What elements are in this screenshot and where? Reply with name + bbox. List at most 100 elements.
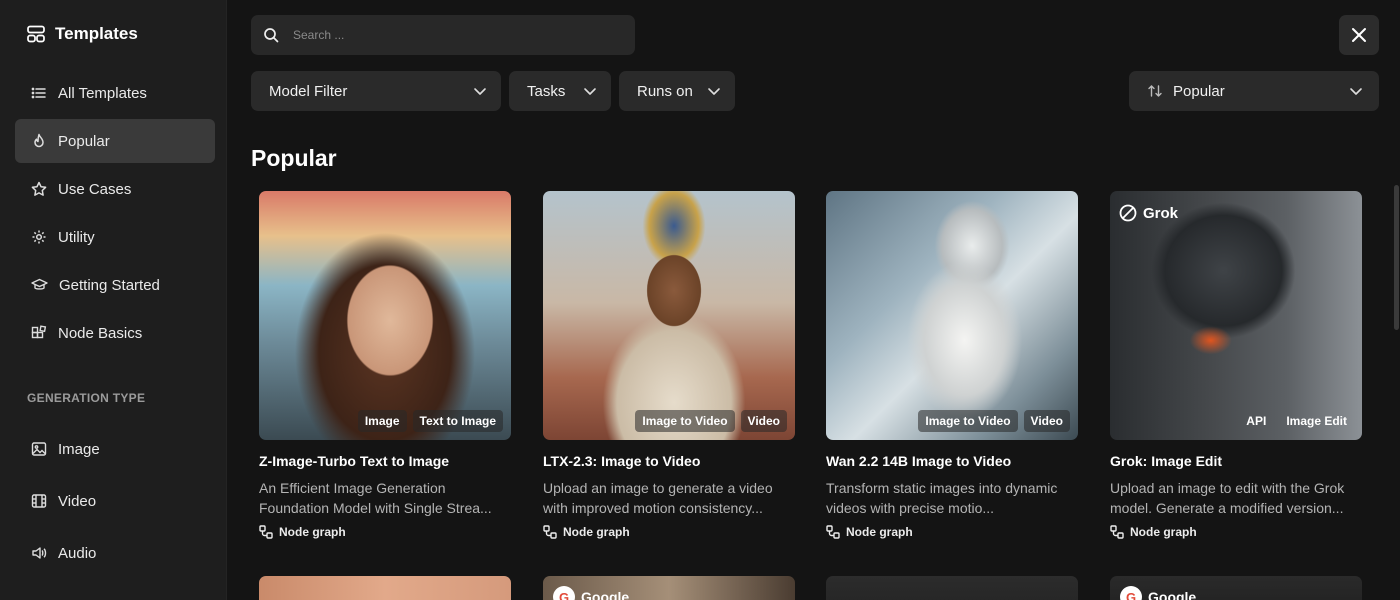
page-title: Popular xyxy=(251,145,337,171)
card-description: Transform static images into dynamic vid… xyxy=(826,480,1058,516)
card-meta-label: Node graph xyxy=(279,525,346,539)
sidebar-item-label: All Templates xyxy=(58,84,147,102)
tag: Image Edit xyxy=(1286,414,1347,428)
sort-dropdown[interactable]: Popular xyxy=(1129,71,1379,111)
sidebar-item-label: Video xyxy=(58,492,97,510)
template-card[interactable]: Image to Video Video Wan 2.2 14B Image t… xyxy=(826,191,1078,539)
card-thumbnail[interactable]: Image to Video Video xyxy=(826,191,1078,440)
close-button[interactable] xyxy=(1339,15,1379,55)
sidebar-item-label: Audio xyxy=(58,544,97,562)
sidebar-item-label: Use Cases xyxy=(58,180,132,198)
chevron-down-icon xyxy=(708,88,720,95)
model-filter-dropdown[interactable]: Model Filter xyxy=(251,71,501,111)
card-tags: Image to Video Video xyxy=(635,410,787,432)
scrollbar[interactable] xyxy=(1394,185,1399,330)
brand-name: Grok xyxy=(1143,204,1179,222)
search-input[interactable] xyxy=(293,28,613,42)
sidebar-item-image[interactable]: Image xyxy=(15,427,215,471)
sidebar-item-popular[interactable]: Popular xyxy=(15,119,215,163)
node-graph-icon xyxy=(1110,525,1124,539)
tag: Video xyxy=(1023,410,1070,432)
sort-arrows-icon xyxy=(1148,85,1162,97)
sidebar-item-use-cases[interactable]: Use Cases xyxy=(15,167,215,211)
card-description: Upload an image to edit with the Grok mo… xyxy=(1110,480,1345,516)
close-icon xyxy=(1352,28,1366,42)
sidebar-item-getting-started[interactable]: Getting Started xyxy=(15,263,215,307)
card-thumbnail[interactable]: Image Text to Image xyxy=(259,191,511,440)
template-card-thumbnail[interactable] xyxy=(259,576,511,600)
chevron-down-icon xyxy=(474,88,486,95)
card-title: LTX-2.3: Image to Video xyxy=(543,453,701,469)
google-badge: G Google xyxy=(553,586,629,600)
section-label-generation-type: GENERATION TYPE xyxy=(27,391,146,405)
card-tags: Image Text to Image xyxy=(357,410,503,432)
image-icon xyxy=(31,442,47,456)
sidebar-item-node-basics[interactable]: Node Basics xyxy=(15,311,215,355)
model-filter-label: Model Filter xyxy=(269,82,348,100)
chevron-down-icon xyxy=(584,88,596,95)
card-meta: Node graph xyxy=(826,525,1078,539)
card-description: An Efficient Image Generation Foundation… xyxy=(259,480,492,516)
card-meta-label: Node graph xyxy=(846,525,913,539)
tasks-dropdown[interactable]: Tasks xyxy=(509,71,611,111)
graduation-cap-icon xyxy=(31,278,48,290)
flame-icon xyxy=(34,133,44,148)
node-graph-icon xyxy=(543,525,557,539)
sidebar-brand: Templates xyxy=(26,24,138,44)
template-card-thumbnail[interactable]: G Google xyxy=(543,576,795,600)
template-card[interactable]: Image to Video Video LTX-2.3: Image to V… xyxy=(543,191,795,539)
sidebar-item-label: Image xyxy=(58,440,100,458)
list-icon xyxy=(31,87,46,99)
sidebar-item-audio[interactable]: Audio xyxy=(15,531,215,575)
sidebar: Templates All Templates Popular Use Case… xyxy=(0,0,227,600)
sidebar-title: Templates xyxy=(55,24,138,43)
google-logo-icon: G xyxy=(1120,586,1142,600)
star-icon xyxy=(31,181,47,196)
node-graph-icon xyxy=(826,525,840,539)
templates-icon xyxy=(27,25,45,43)
film-icon xyxy=(31,494,47,508)
tag: API xyxy=(1246,414,1267,428)
card-tags: API Image Edit xyxy=(1239,410,1354,432)
sidebar-item-video[interactable]: Video xyxy=(15,479,215,523)
blocks-icon xyxy=(31,325,47,339)
sidebar-item-label: Getting Started xyxy=(59,276,160,294)
brand-name: Google xyxy=(581,589,630,600)
tag: Image to Video xyxy=(918,410,1018,432)
chevron-down-icon xyxy=(1350,88,1362,95)
card-title: Z-Image-Turbo Text to Image xyxy=(259,453,450,469)
card-meta: Node graph xyxy=(1110,525,1362,539)
sidebar-item-label: Node Basics xyxy=(58,324,143,342)
template-card-thumbnail[interactable]: G Google xyxy=(1110,576,1362,600)
card-title: Grok: Image Edit xyxy=(1110,453,1223,469)
card-thumbnail[interactable]: Grok API Image Edit xyxy=(1110,191,1362,440)
grok-badge: Grok xyxy=(1118,203,1178,223)
sidebar-item-label: Utility xyxy=(58,228,95,246)
sidebar-item-all-templates[interactable]: All Templates xyxy=(15,71,215,115)
card-title: Wan 2.2 14B Image to Video xyxy=(826,453,1012,469)
card-meta: Node graph xyxy=(543,525,795,539)
card-meta-label: Node graph xyxy=(1130,525,1197,539)
brand-name: Google xyxy=(1148,589,1197,600)
runs-on-dropdown[interactable]: Runs on xyxy=(619,71,735,111)
tag: Text to Image xyxy=(412,410,503,432)
card-tags: Image to Video Video xyxy=(918,410,1070,432)
card-thumbnail[interactable]: Image to Video Video xyxy=(543,191,795,440)
google-badge: G Google xyxy=(1120,586,1196,600)
card-meta-label: Node graph xyxy=(563,525,630,539)
search-icon xyxy=(264,28,279,43)
gear-icon xyxy=(32,230,46,244)
tag: Image xyxy=(357,410,407,432)
card-meta: Node graph xyxy=(259,525,511,539)
sidebar-item-utility[interactable]: Utility xyxy=(15,215,215,259)
card-description: Upload an image to generate a video with… xyxy=(543,480,773,516)
node-graph-icon xyxy=(259,525,273,539)
template-card[interactable]: Image Text to Image Z-Image-Turbo Text t… xyxy=(259,191,511,539)
sidebar-item-label: Popular xyxy=(58,132,110,150)
template-card-thumbnail[interactable] xyxy=(826,576,1078,600)
template-card[interactable]: Grok API Image Edit Grok: Image Edit Upl… xyxy=(1110,191,1362,539)
tag: Video xyxy=(740,410,787,432)
runs-on-label: Runs on xyxy=(637,82,693,100)
search-bar[interactable] xyxy=(251,15,635,55)
tasks-label: Tasks xyxy=(527,82,566,100)
